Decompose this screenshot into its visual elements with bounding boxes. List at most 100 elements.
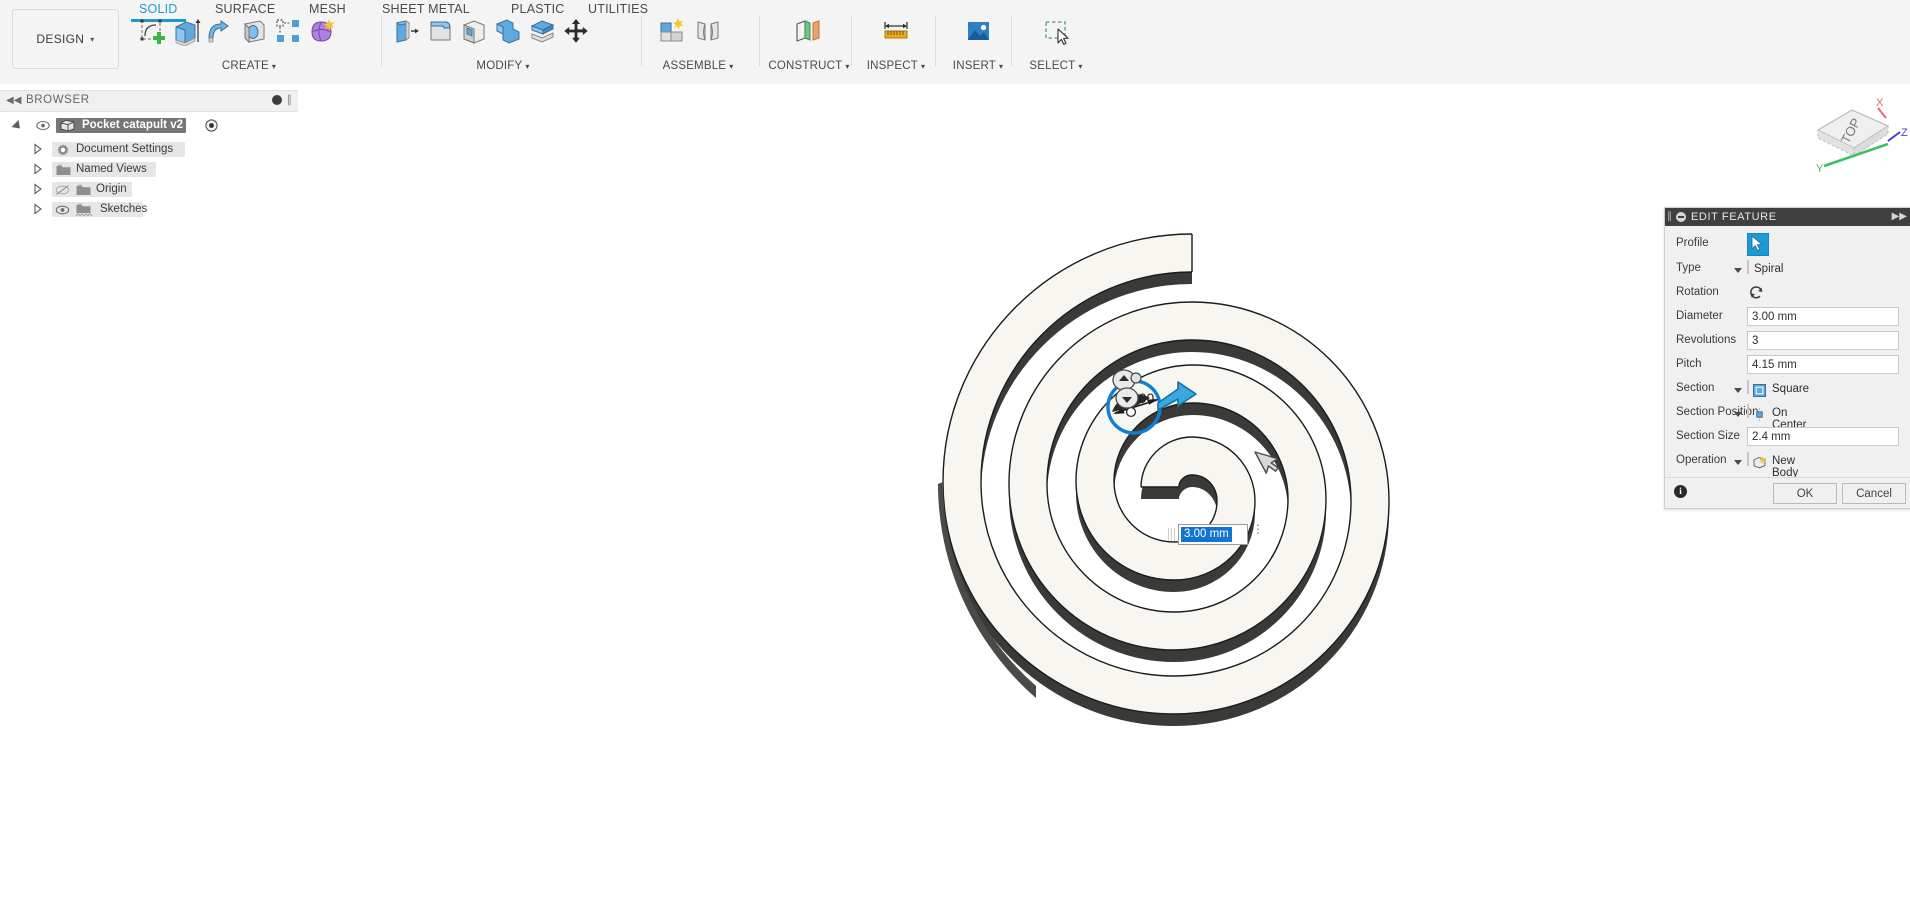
split-face-icon[interactable] (524, 14, 560, 48)
new-sketch-icon[interactable] (134, 14, 170, 48)
fillet-icon[interactable] (422, 14, 458, 48)
panel-construct: CONSTRUCT▾ (766, 14, 852, 70)
collapse-dialog-icon[interactable] (1676, 212, 1686, 222)
browser-item-sketches[interactable]: Sketches (0, 200, 300, 219)
panel-create-label[interactable]: CREATE▾ (134, 60, 364, 72)
diameter-input[interactable] (1747, 307, 1899, 326)
svg-text:X: X (1876, 97, 1884, 109)
chevron-down-icon: ▾ (272, 62, 276, 71)
panel-construct-label[interactable]: CONSTRUCT▾ (766, 60, 852, 72)
section-size-input[interactable] (1747, 427, 1899, 446)
chevron-down-icon: ▾ (90, 35, 94, 44)
collapse-browser-icon[interactable]: ◀◀ (6, 95, 21, 106)
insert-image-icon[interactable] (960, 14, 996, 48)
visibility-eye-icon[interactable] (55, 204, 70, 219)
visibility-eye-off-icon[interactable] (55, 184, 70, 199)
field-row-rotation: Rotation (1665, 281, 1910, 305)
panel-select-label[interactable]: SELECT▾ (1018, 60, 1094, 72)
dialog-titlebar[interactable]: ∥ EDIT FEATURE ▶▶ (1665, 208, 1910, 226)
browser-resize-grip[interactable]: ∥ (287, 93, 293, 106)
pattern-icon[interactable] (270, 14, 306, 48)
design-button-label: DESIGN (36, 32, 84, 46)
field-row-section-position: Section Position On Center (1665, 401, 1910, 425)
expand-triangle-icon[interactable] (33, 163, 43, 178)
expand-dialog-icon[interactable]: ▶▶ (1892, 211, 1907, 222)
section-value: Square (1772, 383, 1809, 395)
panel-assemble-label[interactable]: ASSEMBLE▾ (648, 60, 748, 72)
field-row-pitch: Pitch (1665, 353, 1910, 377)
section-dropdown[interactable]: Square (1747, 379, 1899, 398)
expand-triangle-icon[interactable] (11, 120, 23, 132)
combine-icon[interactable] (490, 14, 526, 48)
inline-dimension-editor[interactable]: 3.00 mm ⋮ (1168, 524, 1268, 546)
toolbar-divider (641, 16, 642, 66)
rotation-direction-button[interactable] (1747, 283, 1767, 302)
pitch-input-wrap (1747, 355, 1899, 374)
edit-feature-dialog[interactable]: ∥ EDIT FEATURE ▶▶ Profile Type S (1664, 207, 1910, 509)
move-copy-icon[interactable] (558, 14, 594, 48)
info-icon[interactable]: i (1674, 485, 1687, 498)
type-value: Spiral (1754, 263, 1783, 275)
cancel-button[interactable]: Cancel (1842, 483, 1906, 504)
panel-insert: INSERT▾ (942, 14, 1014, 70)
browser-item-pocket-catapult-v2[interactable]: Pocket catapult v2 (0, 116, 300, 135)
field-label-pitch: Pitch (1676, 358, 1702, 370)
field-label-rotation: Rotation (1676, 286, 1719, 298)
field-row-profile: Profile (1665, 230, 1910, 257)
view-cube[interactable]: TOP Z Y X (1790, 94, 1910, 189)
ok-button[interactable]: OK (1773, 483, 1837, 504)
sweep-icon[interactable] (236, 14, 272, 48)
panel-assemble: ASSEMBLE▾ (648, 14, 748, 70)
on-center-icon (1753, 408, 1766, 424)
browser-item-origin[interactable]: Origin (0, 180, 300, 199)
browser-item-named-views[interactable]: Named Views (0, 160, 300, 179)
browser-item-document-settings[interactable]: Document Settings (0, 140, 300, 159)
extrude-icon[interactable] (168, 14, 204, 48)
new-component-icon[interactable] (654, 14, 690, 48)
section-position-dropdown[interactable]: On Center (1747, 403, 1899, 422)
press-pull-icon[interactable] (388, 14, 424, 48)
panel-insert-label[interactable]: INSERT▾ (942, 60, 1014, 72)
panel-modify: MODIFY▾ (388, 14, 618, 70)
activate-component-radio[interactable] (205, 119, 218, 135)
chevron-down-icon: ▾ (729, 62, 733, 71)
more-options-icon[interactable]: ⋮ (1252, 526, 1264, 532)
editor-drag-grip[interactable] (1168, 528, 1177, 541)
field-label-section: Section (1676, 382, 1714, 394)
pitch-input[interactable] (1747, 355, 1899, 374)
panel-select: SELECT▾ (1018, 14, 1094, 70)
folder-sketch-icon (76, 203, 94, 220)
form-icon[interactable] (304, 14, 340, 48)
panel-modify-label[interactable]: MODIFY▾ (388, 60, 618, 72)
design-workspace-button[interactable]: DESIGN ▾ (12, 9, 119, 69)
joint-icon[interactable] (690, 14, 726, 48)
svg-text:Y: Y (1816, 163, 1824, 175)
drag-handle[interactable] (1127, 408, 1136, 417)
dialog-drag-grip[interactable]: ∥ (1667, 211, 1672, 222)
panel-inspect-label[interactable]: INSPECT▾ (858, 60, 934, 72)
visibility-eye-icon[interactable] (36, 120, 50, 134)
expand-triangle-icon[interactable] (33, 203, 43, 218)
gear-icon (56, 143, 70, 160)
measure-icon[interactable] (878, 14, 914, 48)
revolutions-input[interactable] (1747, 331, 1899, 350)
offset-plane-icon[interactable] (790, 14, 826, 48)
browser-options-icon[interactable] (272, 95, 282, 105)
browser-panel: ◀◀ BROWSER ∥ Pocket catapult v2 (0, 84, 300, 900)
field-label-operation: Operation (1676, 454, 1727, 466)
operation-value: New Body (1772, 455, 1798, 479)
spiral-top-face (962, 253, 1370, 695)
field-row-type: Type Spiral (1665, 257, 1910, 281)
operation-dropdown[interactable]: New Body (1747, 451, 1899, 470)
revolve-icon[interactable] (202, 14, 238, 48)
select-window-icon[interactable] (1038, 14, 1074, 48)
expand-triangle-icon[interactable] (33, 183, 43, 198)
inline-dimension-input[interactable]: 3.00 mm (1178, 524, 1248, 545)
browser-item-label: Document Settings (76, 143, 173, 155)
profile-select-button[interactable] (1747, 233, 1769, 256)
component-cube-icon (60, 119, 75, 135)
shell-icon[interactable] (456, 14, 492, 48)
browser-header: ◀◀ BROWSER ∥ (0, 90, 298, 112)
expand-triangle-icon[interactable] (33, 143, 43, 158)
type-dropdown[interactable]: Spiral (1747, 259, 1899, 278)
